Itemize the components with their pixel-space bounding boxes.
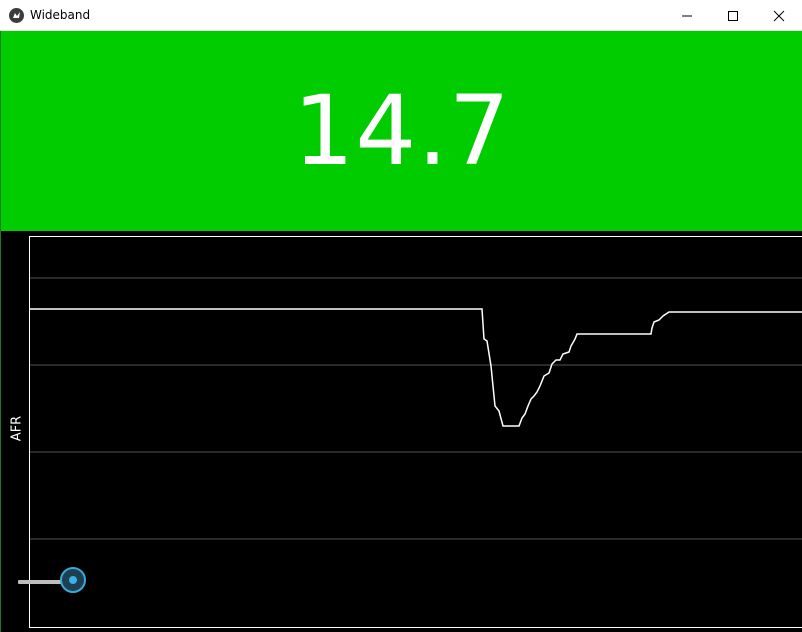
afr-value: 14.7 — [293, 75, 511, 187]
slider-handle-dot — [69, 576, 77, 584]
close-icon — [773, 10, 785, 21]
afr-graph-area: AFR — [0, 231, 802, 632]
afr-reading-panel: 14.7 — [0, 31, 802, 231]
title-bar: Wideband — [0, 0, 802, 31]
y-axis-label: AFR — [9, 415, 25, 442]
kivy-icon — [9, 8, 24, 23]
window-title: Wideband — [30, 8, 91, 22]
slider-track[interactable] — [18, 580, 63, 584]
afr-plot — [29, 236, 802, 628]
maximize-icon — [728, 10, 738, 21]
close-button[interactable] — [756, 0, 802, 31]
plot-frame — [29, 236, 802, 628]
maximize-button[interactable] — [710, 0, 756, 31]
minimize-icon — [682, 15, 692, 16]
slider-handle[interactable] — [60, 567, 86, 593]
minimize-button[interactable] — [664, 0, 710, 31]
